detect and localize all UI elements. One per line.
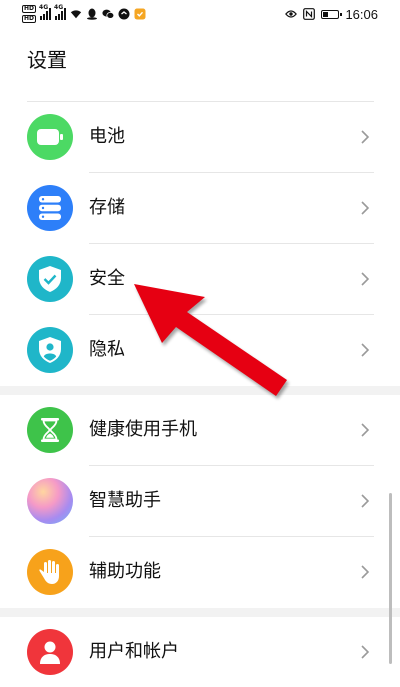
- eye-icon: [285, 8, 298, 20]
- hd-badge-top: HD: [22, 5, 37, 13]
- privacy-shield-icon: [39, 337, 61, 363]
- chevron-right-icon: [361, 272, 370, 286]
- settings-item-label: 存储: [89, 197, 125, 218]
- settings-item-label: 电池: [89, 126, 125, 147]
- battery-fill: [323, 11, 328, 17]
- accessibility-item-icon-bg: [27, 549, 73, 595]
- settings-item-label: 智慧助手: [89, 490, 161, 511]
- clock: 16:06: [345, 6, 378, 22]
- settings-item-smart-assistant[interactable]: 智慧助手: [0, 466, 400, 536]
- battery-status-icon: [321, 9, 343, 19]
- signal-2-label: 4G: [54, 4, 64, 11]
- group-separator: [0, 386, 400, 395]
- signal-icon-1: 4G: [39, 4, 52, 20]
- scrollbar[interactable]: [389, 493, 392, 664]
- settings-item-accessibility[interactable]: 辅助功能: [0, 537, 400, 607]
- chevron-right-icon: [361, 565, 370, 579]
- chat-bubble-icon: [102, 8, 115, 20]
- status-bar-left: HD HD 4G 4G: [22, 4, 146, 24]
- hourglass-icon: [41, 418, 59, 442]
- shield-notification-icon: [134, 8, 146, 20]
- users-item-icon-bg: [27, 629, 73, 675]
- settings-item-label: 用户和帐户: [89, 641, 179, 662]
- signal-icon-2: 4G: [54, 4, 67, 20]
- privacy-item-icon-bg: [27, 327, 73, 373]
- settings-item-label: 辅助功能: [89, 561, 161, 582]
- shield-check-icon: [39, 266, 61, 292]
- security-item-icon-bg: [27, 256, 73, 302]
- hd-badge-bottom: HD: [22, 15, 37, 23]
- chevron-right-icon: [361, 201, 370, 215]
- user-icon: [40, 641, 60, 664]
- nfc-icon: [303, 8, 316, 20]
- settings-item-battery[interactable]: 电池: [0, 102, 400, 172]
- settings-item-label: 安全: [89, 268, 125, 289]
- chevron-right-icon: [361, 645, 370, 659]
- battery-icon: [37, 129, 63, 145]
- page-title: 设置: [27, 48, 67, 72]
- hd-indicator: HD HD: [22, 5, 37, 23]
- status-bar-right: 16:06: [285, 4, 378, 24]
- assistant-orb-icon: [27, 478, 73, 524]
- status-bar: HD HD 4G 4G 16:06: [0, 0, 400, 28]
- group-separator: [0, 608, 400, 617]
- settings-item-security[interactable]: 安全: [0, 244, 400, 314]
- chevron-right-icon: [361, 130, 370, 144]
- battery-item-icon-bg: [27, 114, 73, 160]
- settings-item-users-accounts[interactable]: 用户和帐户: [0, 617, 400, 687]
- settings-item-digital-balance[interactable]: 健康使用手机: [0, 395, 400, 465]
- wifi-icon: [70, 8, 82, 20]
- storage-icon: [39, 196, 61, 220]
- chevron-right-icon: [361, 423, 370, 437]
- storage-item-icon-bg: [27, 185, 73, 231]
- settings-item-storage[interactable]: 存储: [0, 173, 400, 243]
- signal-1-label: 4G: [39, 4, 49, 11]
- hand-icon: [39, 560, 59, 584]
- chevron-right-icon: [361, 494, 370, 508]
- penguin-icon: [86, 8, 98, 20]
- settings-item-label: 健康使用手机: [89, 419, 197, 440]
- settings-item-privacy[interactable]: 隐私: [0, 315, 400, 385]
- chevron-right-icon: [361, 343, 370, 357]
- app-circle-icon: [118, 8, 130, 20]
- digital-balance-item-icon-bg: [27, 407, 73, 453]
- settings-item-label: 隐私: [89, 339, 125, 360]
